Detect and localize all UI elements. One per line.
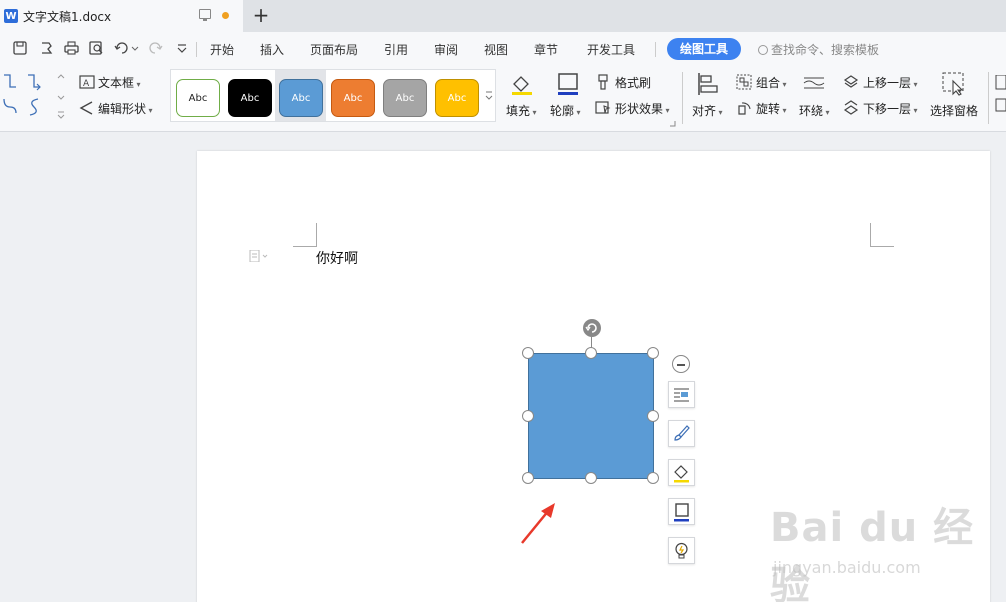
gallery-more-icon[interactable] xyxy=(484,88,494,104)
group-button[interactable]: 组合 ▾ xyxy=(756,74,787,91)
resize-handle-bottom-right[interactable] xyxy=(647,472,659,484)
margin-corner-mark xyxy=(870,223,894,247)
rotate-handle-icon[interactable] xyxy=(583,319,601,337)
outline-icon xyxy=(556,72,580,96)
tab-bar: W 文字文稿1.docx + xyxy=(0,0,1006,32)
print-preview-icon[interactable] xyxy=(88,41,104,57)
bring-forward-button[interactable]: 上移一层 ▾ xyxy=(863,74,918,91)
output-icon[interactable] xyxy=(38,41,54,57)
fill-icon xyxy=(510,72,534,96)
divider xyxy=(682,72,683,124)
search-icon xyxy=(758,45,768,55)
send-backward-icon xyxy=(843,100,859,120)
more-tools-icon[interactable] xyxy=(995,75,1006,115)
style-blue[interactable]: Abc xyxy=(279,79,323,117)
menu-references[interactable]: 引用 xyxy=(384,41,408,58)
rotate-button[interactable]: 旋转 ▾ xyxy=(756,100,787,117)
baidu-jingyan-watermark: Bai du 经验 xyxy=(770,505,975,602)
rotate-icon xyxy=(736,100,752,120)
resize-handle-bottom-left[interactable] xyxy=(522,472,534,484)
brush-icon xyxy=(674,425,690,441)
wrap-text-button[interactable]: 环绕 ▾ xyxy=(799,102,830,119)
divider xyxy=(655,42,656,57)
layout-options-icon xyxy=(674,388,689,402)
lightbulb-icon xyxy=(675,542,688,559)
selection-pane-icon xyxy=(942,72,966,96)
divider xyxy=(988,72,989,124)
menu-insert[interactable]: 插入 xyxy=(260,41,284,58)
document-tab[interactable]: W 文字文稿1.docx xyxy=(0,0,243,32)
save-icon[interactable] xyxy=(12,41,28,57)
annotation-arrow-icon xyxy=(521,503,555,544)
menu-developer[interactable]: 开发工具 xyxy=(587,41,635,58)
group-icon xyxy=(736,74,752,94)
svg-text:A: A xyxy=(83,79,90,89)
side-effects-button[interactable] xyxy=(668,537,695,564)
connector-lines-icon[interactable] xyxy=(2,73,62,121)
quick-access-dropdown-icon[interactable] xyxy=(174,41,190,57)
document-text[interactable]: 你好啊 xyxy=(316,248,358,268)
paragraph-menu-icon[interactable] xyxy=(249,249,269,265)
side-outline-button[interactable] xyxy=(668,498,695,525)
monitor-icon[interactable] xyxy=(199,9,211,21)
undo-icon[interactable] xyxy=(114,41,140,57)
style-black[interactable]: Abc xyxy=(228,79,272,117)
tab-title: 文字文稿1.docx xyxy=(23,9,112,24)
edit-shape-button[interactable]: 编辑形状 ▾ xyxy=(98,100,153,117)
margin-corner-mark xyxy=(293,223,317,247)
bring-forward-icon xyxy=(843,74,859,94)
textbox-button[interactable]: 文本框 ▾ xyxy=(98,74,141,91)
connector-scroll-icon[interactable] xyxy=(55,74,67,120)
new-tab-button[interactable]: + xyxy=(252,3,270,27)
menu-bar: 开始 插入 页面布局 引用 审阅 视图 章节 开发工具 绘图工具 查找命令、搜索… xyxy=(0,32,1006,66)
menu-review[interactable]: 审阅 xyxy=(434,41,458,58)
side-fill-button[interactable] xyxy=(668,459,695,486)
selection-pane-button[interactable]: 选择窗格 xyxy=(930,102,978,119)
menu-drawing-tools[interactable]: 绘图工具 xyxy=(667,38,741,60)
style-outline-green[interactable]: Abc xyxy=(176,79,220,117)
style-gray[interactable]: Abc xyxy=(383,79,427,117)
unsaved-dot-icon xyxy=(222,12,229,19)
edit-shape-icon xyxy=(79,101,95,119)
divider xyxy=(196,42,197,57)
align-button[interactable]: 对齐 ▾ xyxy=(692,102,723,119)
selected-rectangle-shape[interactable] xyxy=(528,353,654,479)
watermark-url: jingyan.baidu.com xyxy=(773,558,921,577)
layout-options-button[interactable] xyxy=(668,381,695,408)
resize-handle-right[interactable] xyxy=(647,410,659,422)
wps-writer-icon: W xyxy=(4,9,18,23)
dialog-launcher-icon[interactable] xyxy=(670,121,676,127)
outline-button[interactable]: 轮廓 ▾ xyxy=(550,102,581,119)
format-painter-button[interactable]: 格式刷 xyxy=(615,74,651,91)
menu-home[interactable]: 开始 xyxy=(210,41,234,58)
collapse-toolbar-icon[interactable] xyxy=(672,355,690,373)
menu-view[interactable]: 视图 xyxy=(484,41,508,58)
align-icon xyxy=(696,72,720,96)
resize-handle-top[interactable] xyxy=(585,347,597,359)
style-orange[interactable]: Abc xyxy=(331,79,375,117)
resize-handle-top-left[interactable] xyxy=(522,347,534,359)
fill-button[interactable]: 填充 ▾ xyxy=(506,102,537,119)
resize-handle-top-right[interactable] xyxy=(647,347,659,359)
shape-effects-button[interactable]: 形状效果 ▾ xyxy=(615,100,670,117)
command-search[interactable]: 查找命令、搜索模板 xyxy=(758,41,879,58)
menu-section[interactable]: 章节 xyxy=(534,41,558,58)
outline-icon xyxy=(674,503,689,522)
wrap-text-icon xyxy=(803,75,825,95)
shape-effects-icon xyxy=(595,100,611,120)
search-placeholder: 查找命令、搜索模板 xyxy=(771,43,880,57)
style-brush-button[interactable] xyxy=(668,420,695,447)
format-painter-icon xyxy=(595,74,611,94)
redo-icon[interactable] xyxy=(148,41,164,57)
resize-handle-left[interactable] xyxy=(522,410,534,422)
resize-handle-bottom[interactable] xyxy=(585,472,597,484)
textbox-icon: A xyxy=(79,75,95,93)
fill-bucket-icon xyxy=(674,465,689,483)
send-backward-button[interactable]: 下移一层 ▾ xyxy=(863,100,918,117)
menu-page-layout[interactable]: 页面布局 xyxy=(310,41,358,58)
ribbon: A 文本框 ▾ 编辑形状 ▾ Abc Abc Abc Abc Abc Abc 填… xyxy=(0,66,1006,132)
style-gold[interactable]: Abc xyxy=(435,79,479,117)
print-icon[interactable] xyxy=(63,41,79,57)
shape-style-gallery: Abc Abc Abc Abc Abc Abc xyxy=(170,69,496,122)
